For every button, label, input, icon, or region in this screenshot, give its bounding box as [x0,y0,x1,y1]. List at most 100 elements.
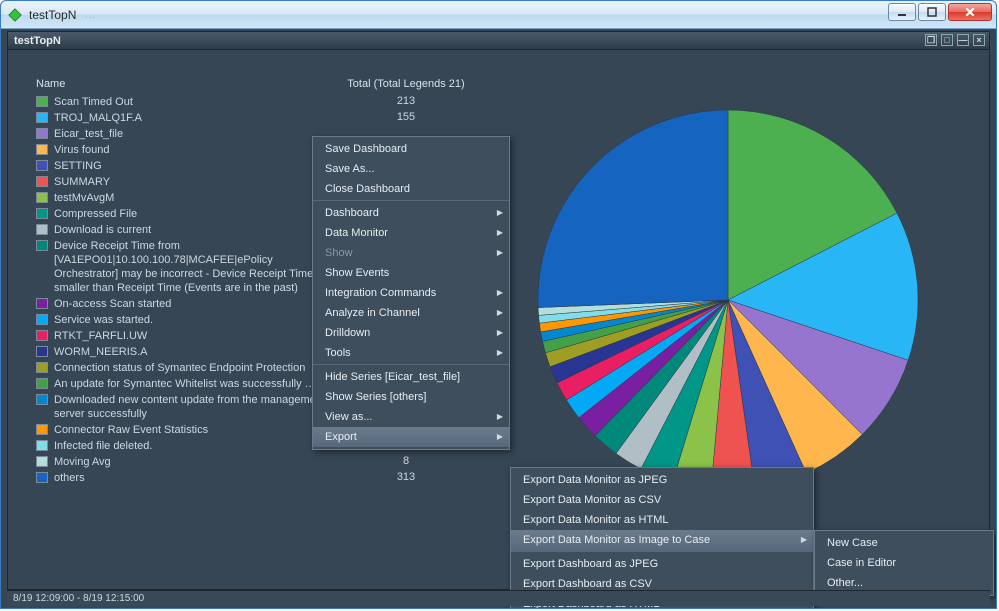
menu-item[interactable]: Hide Series [Eicar_test_file] [313,367,509,387]
menu-item[interactable]: Close Dashboard [313,179,509,201]
legend-item-name: Eicar_test_file [54,127,326,141]
menu-item[interactable]: Show Events [313,263,509,283]
legend-swatch [36,176,48,187]
menu-item[interactable]: View as... [313,407,509,427]
pie-chart[interactable] [528,100,928,500]
menu-item: Show [313,243,509,263]
legend-swatch [36,192,48,203]
case-submenu: New CaseCase in EditorOther... [814,530,994,596]
legend-item-name: Device Receipt Time from [VA1EPO01|10.10… [54,239,326,295]
legend-swatch [36,160,48,171]
menu-item[interactable]: Export Data Monitor as CSV [511,490,813,510]
titlebar[interactable]: testTopN … [1,1,996,29]
legend-item-name: Compressed File [54,207,326,221]
legend-row[interactable]: Scan Timed Out213 [36,94,486,110]
menu-item[interactable]: Tools [313,343,509,365]
legend-item-value: 8 [326,455,486,467]
legend-row[interactable]: others313 [36,470,486,486]
legend-item-value: 313 [326,471,486,483]
legend-header-total[interactable]: Total (Total Legends 21) [326,78,486,90]
legend-header-name[interactable]: Name [36,78,326,90]
panel-content: Name Total (Total Legends 21) Scan Timed… [8,50,989,589]
menu-item[interactable]: New Case [815,533,993,553]
legend-item-name: Moving Avg [54,455,326,469]
legend-swatch [36,362,48,373]
pie-slice[interactable] [538,110,728,308]
legend-row[interactable]: TROJ_MALQ1F.A155 [36,110,486,126]
legend-item-name: An update for Symantec Whitelist was suc… [54,377,326,391]
legend-swatch [36,456,48,467]
menu-item[interactable]: Case in Editor [815,553,993,573]
legend-item-name: others [54,471,326,485]
legend-swatch [36,240,48,251]
menu-item[interactable]: Export Data Monitor as Image to Case [511,530,813,552]
menu-item[interactable]: Export Data Monitor as HTML [511,510,813,530]
legend-item-name: Virus found [54,143,326,157]
minimize-button[interactable] [888,3,916,21]
legend-item-name: Service was started. [54,313,326,327]
legend-swatch [36,424,48,435]
legend-item-value: 155 [326,111,486,123]
export-submenu: Export Data Monitor as JPEGExport Data M… [510,467,814,609]
legend-swatch [36,472,48,483]
legend-swatch [36,128,48,139]
menu-item[interactable]: Export Data Monitor as JPEG [511,470,813,490]
menu-item[interactable]: Analyze in Channel [313,303,509,323]
legend-item-name: TROJ_MALQ1F.A [54,111,326,125]
menu-item[interactable]: Dashboard [313,203,509,223]
statusbar: 8/19 12:09:00 - 8/19 12:15:00 [7,590,990,606]
panel-controls: ❐ □ — × [925,34,985,46]
panel-maximize-icon[interactable]: □ [941,34,953,46]
legend-swatch [36,144,48,155]
legend-swatch [36,440,48,451]
panel-title: testTopN [14,35,61,47]
legend-header: Name Total (Total Legends 21) [36,78,486,90]
legend-item-name: Scan Timed Out [54,95,326,109]
dashboard-panel: testTopN ❐ □ — × Name Total (Total Legen… [7,31,990,590]
legend-item-name: WORM_NEERIS.A [54,345,326,359]
panel-minimize-icon[interactable]: — [957,34,969,46]
panel-titlebar[interactable]: testTopN ❐ □ — × [8,32,989,50]
context-menu: Save DashboardSave As...Close DashboardD… [312,136,510,450]
menu-item[interactable]: Export [313,427,509,447]
legend-item-name: Connection status of Symantec Endpoint P… [54,361,326,375]
menu-item[interactable]: Drilldown [313,323,509,343]
legend-swatch [36,394,48,405]
legend-swatch [36,96,48,107]
menu-item[interactable]: Data Monitor [313,223,509,243]
legend-swatch [36,208,48,219]
legend-swatch [36,112,48,123]
menu-item[interactable]: Show Series [others] [313,387,509,407]
legend-row[interactable]: Moving Avg8 [36,454,486,470]
close-button[interactable] [948,3,992,21]
legend-swatch [36,330,48,341]
window-title: testTopN [29,8,76,22]
menu-item[interactable]: Save Dashboard [313,139,509,159]
legend-swatch [36,378,48,389]
legend-item-name: On-access Scan started [54,297,326,311]
pie-svg [528,100,928,500]
legend-item-name: Infected file deleted. [54,439,326,453]
legend-item-name: testMvAvgM [54,191,326,205]
maximize-button[interactable] [918,3,946,21]
legend-swatch [36,314,48,325]
panel-close-icon[interactable]: × [973,34,985,46]
menu-item[interactable]: Export Dashboard as JPEG [511,554,813,574]
legend-item-name: SUMMARY [54,175,326,189]
legend-item-value: 213 [326,95,486,107]
menu-item[interactable]: Save As... [313,159,509,179]
legend-swatch [36,298,48,309]
panel-restore-icon[interactable]: ❐ [925,34,937,46]
app-icon [7,7,23,23]
legend-swatch [36,346,48,357]
window-subtitle: … [84,9,96,21]
legend-item-name: Download is current [54,223,326,237]
legend-item-name: RTKT_FARFLI.UW [54,329,326,343]
legend-item-name: Connector Raw Event Statistics [54,423,326,437]
legend-swatch [36,224,48,235]
legend-item-name: SETTING [54,159,326,173]
app-window: testTopN … testTopN ❐ □ — × Name Total (… [0,0,997,609]
menu-item[interactable]: Integration Commands [313,283,509,303]
statusbar-text: 8/19 12:09:00 - 8/19 12:15:00 [13,593,144,604]
window-controls [888,3,992,21]
